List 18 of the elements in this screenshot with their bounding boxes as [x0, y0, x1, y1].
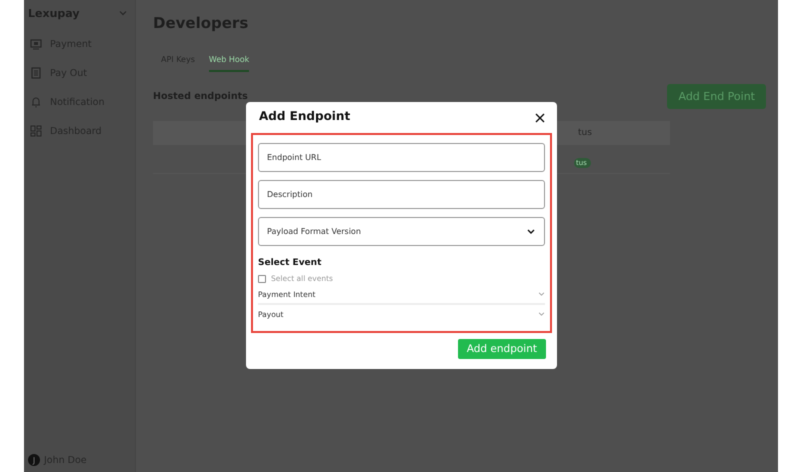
input-field[interactable]: Description [258, 180, 545, 209]
dropdown-field[interactable]: Payload Format Version [258, 217, 545, 246]
checkbox[interactable] [258, 274, 266, 282]
tab[interactable]: Web Hook [208, 54, 250, 72]
dashboard-icon [30, 125, 42, 137]
modal-title: Add Endpoint [259, 109, 350, 123]
chevron-down-icon [527, 229, 535, 234]
close-button[interactable] [535, 111, 545, 121]
monitor-icon [30, 38, 42, 50]
add-end-point-button[interactable]: Add End Point [667, 84, 766, 109]
close-icon [535, 113, 545, 123]
list-icon [30, 67, 42, 79]
avatar: J [28, 454, 40, 466]
section-heading: Select Event [258, 258, 322, 268]
add-endpoint-button[interactable]: Add endpoint [458, 339, 546, 359]
input-field[interactable]: Endpoint URL [258, 143, 545, 172]
chevron-down-icon[interactable] [119, 10, 127, 16]
dropdown-placeholder: Payload Format Version [267, 227, 361, 236]
